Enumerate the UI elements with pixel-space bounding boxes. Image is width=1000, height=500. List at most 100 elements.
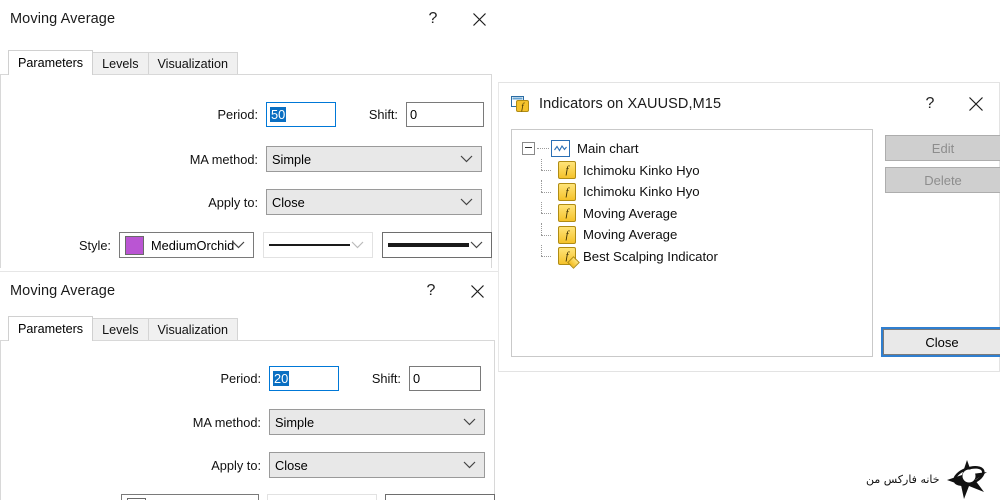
color-swatch xyxy=(125,235,144,255)
tab-visualization-label: Visualization xyxy=(157,323,228,337)
chart-icon xyxy=(551,140,570,158)
moving-average-dialog-2: Moving Average ? Parameters Levels Visua… xyxy=(0,272,502,500)
fx-icon: f xyxy=(558,204,576,223)
dialog2-title-buttons: ? xyxy=(408,272,500,310)
close-button-label: Close xyxy=(925,334,959,350)
tab-levels[interactable]: Levels xyxy=(92,52,149,75)
indicators-title: Indicators on XAUUSD,M15 xyxy=(539,96,722,112)
tree-item-moving-average-1[interactable]: f Moving Average xyxy=(522,201,872,225)
dialog2-ma-method-row: MA method: Simple xyxy=(1,409,485,435)
ma-method-select[interactable]: Simple xyxy=(266,146,482,172)
tree-item-label: Ichimoku Kinko Hyo xyxy=(583,162,700,178)
style-color-select[interactable]: MediumOrchid xyxy=(119,232,254,258)
apply-to-label: Apply to: xyxy=(208,194,258,210)
close-icon[interactable] xyxy=(454,272,500,310)
shift-value: 0 xyxy=(410,107,418,122)
dialog1-title: Moving Average xyxy=(10,11,116,27)
dialog2-parameters-panel: Period: 20 Shift: 0 MA method: Simple Ap… xyxy=(0,340,495,500)
tree-item-best-scalping-indicator[interactable]: f Best Scalping Indicator xyxy=(522,244,872,268)
shift-label: Shift: xyxy=(371,371,401,386)
chevron-down-icon xyxy=(470,238,483,253)
period-value: 50 xyxy=(270,107,287,122)
tree-item-label: Best Scalping Indicator xyxy=(583,248,718,264)
help-button[interactable]: ? xyxy=(408,272,454,310)
indicators-app-icon: f xyxy=(511,95,530,113)
line-style-select[interactable] xyxy=(267,494,377,500)
tree-connector xyxy=(538,180,558,203)
tree-connector xyxy=(538,158,558,182)
fx-icon: f xyxy=(558,161,576,180)
tab-parameters-label: Parameters xyxy=(18,56,84,70)
style-label: Style: xyxy=(78,237,111,253)
indicators-titlebar[interactable]: f Indicators on XAUUSD,M15 ? xyxy=(499,83,999,125)
shift-input[interactable]: 0 xyxy=(406,102,484,127)
tab-visualization[interactable]: Visualization xyxy=(147,52,238,75)
dialog2-title: Moving Average xyxy=(10,283,116,299)
style-color-select[interactable]: White xyxy=(121,494,259,500)
ma-method-value: Simple xyxy=(272,151,312,167)
dialog2-apply-to-row: Apply to: Close xyxy=(1,452,485,478)
tree-item-ichimoku-2[interactable]: f Ichimoku Kinko Hyo xyxy=(522,180,872,203)
tab-levels-label: Levels xyxy=(102,323,139,337)
tree-connector xyxy=(537,147,549,150)
ma-method-label: MA method: xyxy=(192,414,261,430)
tree-item-moving-average-2[interactable]: f Moving Average xyxy=(522,223,872,246)
ma-method-value: Simple xyxy=(275,414,315,430)
tree-item-label: Moving Average xyxy=(583,205,678,221)
shift-label: Shift: xyxy=(368,107,398,122)
tree-item-ichimoku-1[interactable]: f Ichimoku Kinko Hyo xyxy=(522,158,872,182)
brand-logo-text: خانه فارکس من xyxy=(866,472,940,486)
apply-to-select[interactable]: Close xyxy=(266,189,482,215)
line-width-select[interactable] xyxy=(382,232,492,258)
close-icon[interactable] xyxy=(456,0,502,38)
tab-parameters-label: Parameters xyxy=(18,322,84,336)
indicators-listbox[interactable]: Main chart f Ichimoku Kinko Hyo f Ichimo… xyxy=(511,129,873,357)
chevron-down-icon xyxy=(463,415,476,430)
dialog1-tabstrip: Parameters Levels Visualization xyxy=(0,50,492,75)
brand-logo-mark xyxy=(946,460,987,499)
ma-method-select[interactable]: Simple xyxy=(269,409,485,435)
close-icon[interactable] xyxy=(953,83,999,125)
fx-custom-icon: f xyxy=(558,247,576,266)
tab-parameters[interactable]: Parameters xyxy=(8,316,94,341)
tree-item-label: Ichimoku Kinko Hyo xyxy=(583,184,700,200)
tab-visualization[interactable]: Visualization xyxy=(147,318,238,341)
line-style-select[interactable] xyxy=(263,232,373,258)
dialog2-period-row: Period: 20 Shift: 0 xyxy=(1,366,481,391)
moving-average-dialog-1: Moving Average ? Parameters Levels Visua… xyxy=(0,0,502,268)
dialog1-titlebar[interactable]: Moving Average ? xyxy=(0,0,502,38)
help-button[interactable]: ? xyxy=(410,0,456,38)
tree-node-main-chart[interactable]: Main chart xyxy=(522,138,872,160)
help-button[interactable]: ? xyxy=(907,83,953,125)
shift-value: 0 xyxy=(413,371,421,386)
tab-parameters[interactable]: Parameters xyxy=(8,50,94,75)
dialog1-apply-to-row: Apply to: Close xyxy=(1,189,482,215)
tree-connector xyxy=(538,201,558,225)
collapse-icon[interactable] xyxy=(522,142,535,156)
shift-input[interactable]: 0 xyxy=(409,366,481,391)
delete-button-label: Delete xyxy=(924,172,962,188)
tab-levels[interactable]: Levels xyxy=(92,318,149,341)
chevron-down-icon xyxy=(460,195,473,210)
period-input[interactable]: 20 xyxy=(269,366,339,391)
close-button[interactable]: Close xyxy=(881,327,1000,357)
fx-icon: f xyxy=(558,225,576,244)
dialog1-parameters-panel: Period: 50 Shift: 0 MA method: Simple Ap… xyxy=(0,74,492,268)
delete-button[interactable]: Delete xyxy=(885,167,1000,193)
period-label: Period: xyxy=(217,107,258,122)
dialog1-title-buttons: ? xyxy=(410,0,502,38)
line-width-select[interactable] xyxy=(385,494,495,500)
apply-to-select[interactable]: Close xyxy=(269,452,485,478)
apply-to-value: Close xyxy=(272,194,305,210)
dialog2-tabstrip: Parameters Levels Visualization xyxy=(0,316,495,341)
chevron-down-icon xyxy=(351,238,364,253)
dialog2-titlebar[interactable]: Moving Average ? xyxy=(0,272,502,310)
period-input[interactable]: 50 xyxy=(266,102,336,127)
tab-levels-label: Levels xyxy=(102,57,139,71)
edit-button[interactable]: Edit xyxy=(885,135,1000,161)
period-value: 20 xyxy=(273,371,290,386)
screen: خانه فارکس من خانه فارکس من خانه فارکس م… xyxy=(0,0,1000,500)
edit-button-label: Edit xyxy=(931,140,955,156)
dialog1-style-row: Style: MediumOrchid xyxy=(1,232,492,258)
dialog2-style-row: Style: White xyxy=(1,494,495,500)
